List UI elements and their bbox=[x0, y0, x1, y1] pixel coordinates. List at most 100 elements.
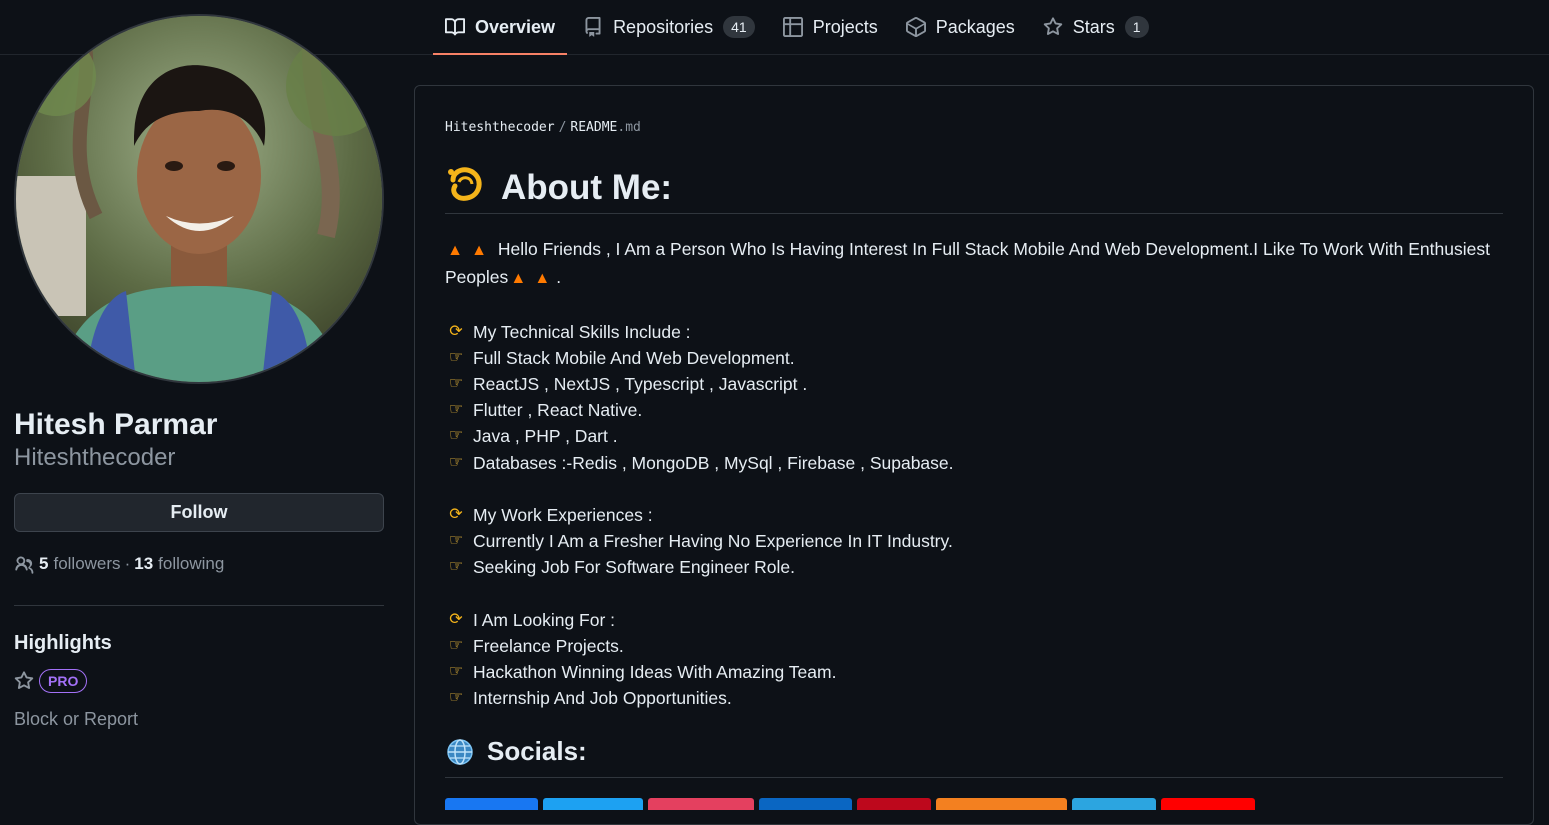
readme-file-ext: .md bbox=[617, 120, 641, 135]
skills-title: My Technical Skills Include : bbox=[473, 321, 691, 342]
followers-count: 5 bbox=[39, 554, 49, 573]
looking-text: Internship And Job Opportunities. bbox=[473, 688, 732, 709]
pointing-hand-icon: ☞ bbox=[448, 637, 464, 654]
tab-overview[interactable]: Overview bbox=[433, 0, 568, 55]
stackoverflow-badge[interactable] bbox=[936, 798, 1067, 810]
package-icon bbox=[905, 17, 926, 37]
sidebar-divider bbox=[14, 605, 384, 606]
tab-repositories[interactable]: Repositories 41 bbox=[571, 0, 767, 54]
highlights-title: Highlights bbox=[14, 632, 112, 654]
readme-body: ▲ ▲ Hello Friends , I Am a Person Who Is … bbox=[445, 236, 1503, 712]
following-label: following bbox=[158, 554, 225, 573]
instagram-badge[interactable] bbox=[648, 798, 754, 810]
follow-button[interactable]: Follow bbox=[14, 493, 384, 532]
skill-text: Full Stack Mobile And Web Development. bbox=[473, 347, 795, 368]
repo-count-badge: 41 bbox=[723, 16, 755, 38]
skill-text: Java , PHP , Dart . bbox=[473, 426, 618, 447]
avatar[interactable] bbox=[14, 14, 384, 384]
work-title: My Work Experiences : bbox=[473, 505, 653, 525]
people-icon bbox=[14, 554, 34, 574]
facebook-badge[interactable] bbox=[445, 798, 538, 810]
dizzy-icon bbox=[445, 162, 487, 213]
list-item: ☞ Java , PHP , Dart . bbox=[445, 423, 1503, 449]
tab-label: Repositories bbox=[613, 16, 714, 37]
looking-title-line: ⟳ I Am Looking For : bbox=[445, 607, 1503, 633]
repo-icon bbox=[583, 17, 603, 37]
tabs: Overview Repositories 41 Projects Packag… bbox=[433, 0, 1165, 55]
table-icon bbox=[782, 17, 803, 37]
followers-label: followers bbox=[53, 554, 121, 573]
following-count: 13 bbox=[134, 554, 154, 573]
skill-text: ReactJS , NextJS , Typescript , Javascri… bbox=[473, 374, 808, 394]
list-item: ☞ Hackathon Winning Ideas With Amazing Te… bbox=[445, 659, 1503, 685]
pro-badge[interactable]: PRO bbox=[39, 669, 88, 693]
work-title-line: ⟳ My Work Experiences : bbox=[445, 502, 1503, 528]
dizzy-icon: ⟳ bbox=[449, 322, 463, 340]
heading-divider bbox=[445, 213, 1503, 214]
pointing-hand-icon: ☞ bbox=[448, 558, 464, 576]
looking-title: I Am Looking For : bbox=[473, 609, 616, 630]
pointing-hand-icon: ☞ bbox=[448, 532, 464, 550]
pointing-hand-icon: ☞ bbox=[448, 689, 464, 707]
book-icon bbox=[445, 17, 465, 37]
list-item: ☞ Currently I Am a Fresher Having No Expe… bbox=[445, 528, 1503, 554]
about-heading: About Me: bbox=[445, 162, 672, 213]
about-heading-text: About Me: bbox=[501, 167, 673, 207]
fire-icon: ▲ bbox=[510, 270, 527, 288]
block-or-report-link[interactable]: Block or Report bbox=[14, 709, 384, 730]
stars-count-badge: 1 bbox=[1124, 16, 1149, 38]
socials-heading: Socials: bbox=[445, 736, 587, 767]
pointing-hand-icon: ☞ bbox=[448, 375, 464, 392]
skills-title-line: ⟳ My Technical Skills Include : bbox=[445, 319, 1503, 345]
star-icon bbox=[1043, 17, 1063, 37]
tab-label: Stars bbox=[1072, 16, 1115, 37]
fire-icon: ▲ bbox=[447, 242, 463, 259]
pointing-hand-icon: ☞ bbox=[448, 401, 464, 419]
profile-full-name: Hitesh Parmar bbox=[14, 408, 218, 441]
readme-box: Hiteshthecoder / README.md About Me: ▲ ▲ He… bbox=[414, 85, 1534, 825]
looking-text: Freelance Projects. bbox=[473, 636, 624, 656]
linkedin-badge[interactable] bbox=[759, 798, 852, 810]
dizzy-icon: ⟳ bbox=[449, 506, 463, 523]
tab-stars[interactable]: Stars 1 bbox=[1031, 0, 1161, 54]
pointing-hand-icon: ☞ bbox=[448, 348, 464, 366]
twitter-badge[interactable] bbox=[543, 798, 643, 810]
work-text: Seeking Job For Software Engineer Role. bbox=[473, 557, 795, 578]
list-item: ☞ ReactJS , NextJS , Typescript , Javascr… bbox=[445, 371, 1503, 397]
pointing-hand-icon: ☞ bbox=[448, 453, 464, 471]
path-separator: / bbox=[558, 120, 567, 135]
intro-paragraph: ▲ ▲ Hello Friends , I Am a Person Who Is … bbox=[445, 236, 1503, 292]
list-item: ☞ Freelance Projects. bbox=[445, 633, 1503, 659]
pointing-hand-icon: ☞ bbox=[448, 427, 464, 445]
list-item: ☞ Databases :-Redis , MongoDB , MySql , F… bbox=[445, 450, 1503, 476]
tab-label: Packages bbox=[935, 16, 1015, 37]
pinterest-badge[interactable] bbox=[857, 798, 931, 810]
social-badges bbox=[445, 798, 1260, 810]
tab-packages[interactable]: Packages bbox=[894, 0, 1027, 54]
star-icon bbox=[14, 671, 34, 691]
following-link[interactable]: 13 following bbox=[134, 554, 224, 574]
tab-label: Projects bbox=[812, 16, 878, 37]
readme-owner-link[interactable]: Hiteshthecoder bbox=[445, 120, 555, 135]
profile-sidebar: Hitesh Parmar Hiteshthecoder Follow 5 fol… bbox=[14, 14, 384, 730]
work-text: Currently I Am a Fresher Having No Exper… bbox=[473, 531, 953, 552]
tab-label: Overview bbox=[475, 16, 556, 37]
list-item: ☞ Flutter , React Native. bbox=[445, 397, 1503, 423]
fire-icon: ▲ bbox=[534, 270, 551, 288]
list-item: ☞ Seeking Job For Software Engineer Role. bbox=[445, 554, 1503, 580]
telegram-badge[interactable] bbox=[1072, 798, 1156, 810]
list-item: ☞ Full Stack Mobile And Web Development. bbox=[445, 345, 1503, 371]
youtube-badge[interactable] bbox=[1161, 798, 1255, 810]
tab-projects[interactable]: Projects bbox=[771, 0, 890, 54]
readme-file-link[interactable]: README.md bbox=[570, 120, 640, 135]
skill-text: Databases :-Redis , MongoDB , MySql , Fi… bbox=[473, 452, 954, 473]
pointing-hand-icon: ☞ bbox=[448, 663, 464, 681]
followers-link[interactable]: 5 followers bbox=[39, 554, 121, 574]
socials-divider bbox=[445, 777, 1503, 778]
separator-dot: · bbox=[124, 554, 131, 573]
fire-icon: ▲ bbox=[471, 242, 487, 259]
intro-end: . bbox=[556, 267, 562, 288]
readme-path: Hiteshthecoder / README.md bbox=[445, 120, 641, 135]
profile-username: Hiteshthecoder bbox=[14, 444, 176, 471]
list-item: ☞ Internship And Job Opportunities. bbox=[445, 685, 1503, 711]
